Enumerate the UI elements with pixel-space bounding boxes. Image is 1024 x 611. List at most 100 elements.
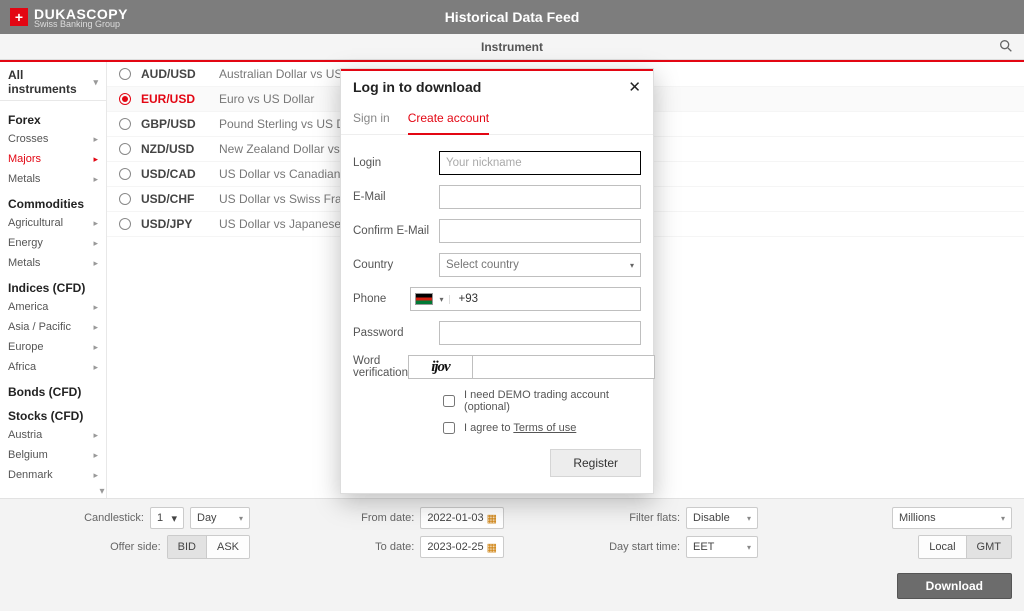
tab-sign-in[interactable]: Sign in	[353, 105, 390, 134]
demo-account-label: I need DEMO trading account (optional)	[464, 389, 641, 413]
chevron-right-icon: ▸	[93, 322, 98, 333]
login-input[interactable]	[439, 151, 641, 175]
from-date-label: From date:	[361, 512, 414, 524]
chevron-right-icon: ▸	[93, 174, 98, 185]
radio-icon[interactable]	[119, 168, 131, 180]
download-button[interactable]: Download	[897, 573, 1012, 599]
download-bar: Download	[0, 567, 1024, 611]
radio-icon[interactable]	[119, 68, 131, 80]
sidebar: All instruments ▾ ForexCrosses▸Majors▸Me…	[0, 62, 107, 498]
subheader-label: Instrument	[481, 40, 543, 54]
chevron-down-icon: ▾	[93, 77, 98, 88]
country-select[interactable]: Select country ▾	[439, 253, 641, 277]
terms-checkbox[interactable]	[443, 422, 455, 434]
sidebar-item[interactable]: Crosses ▸	[0, 129, 106, 149]
email-input[interactable]	[439, 185, 641, 209]
to-date-input[interactable]: 2023-02-25▦	[420, 536, 504, 558]
offer-side-label: Offer side:	[110, 541, 161, 553]
captcha-input[interactable]	[472, 355, 655, 379]
to-date-label: To date:	[375, 541, 414, 553]
password-label: Password	[353, 327, 439, 339]
sidebar-item[interactable]: America ▸	[0, 297, 106, 317]
filter-flats-select[interactable]: Disable▾	[686, 507, 758, 529]
sidebar-item-label: Belgium	[8, 449, 48, 461]
modal-tabs: Sign in Create account	[341, 105, 653, 135]
tz-local-button[interactable]: Local	[919, 536, 965, 558]
captcha-image: ijov	[408, 355, 472, 379]
chevron-right-icon: ▸	[93, 154, 98, 165]
chevron-right-icon: ▸	[93, 134, 98, 145]
demo-account-checkbox[interactable]	[443, 395, 455, 407]
phone-input[interactable]	[478, 288, 640, 310]
sidebar-item[interactable]: Majors▸	[0, 149, 106, 169]
candlestick-number-select[interactable]: 1▾	[150, 507, 184, 529]
register-button[interactable]: Register	[550, 449, 641, 477]
offer-ask-button[interactable]: ASK	[206, 536, 249, 558]
sidebar-item[interactable]: Austria▸	[0, 425, 106, 445]
phone-prefix: +93	[450, 293, 478, 305]
candlestick-label: Candlestick:	[84, 512, 144, 524]
instrument-description: Euro vs US Dollar	[219, 92, 314, 106]
sidebar-group-header[interactable]: Indices (CFD)	[0, 273, 106, 297]
confirm-email-input[interactable]	[439, 219, 641, 243]
sidebar-group-header[interactable]: Bonds (CFD)	[0, 377, 106, 401]
brand-logo: + DUKASCOPY Swiss Banking Group	[10, 6, 128, 29]
flag-icon[interactable]	[415, 293, 433, 305]
offer-bid-button[interactable]: BID	[168, 536, 206, 558]
sidebar-all-instruments[interactable]: All instruments ▾	[0, 62, 106, 101]
sidebar-all-label: All instruments	[8, 68, 93, 96]
sidebar-item[interactable]: Africa▸	[0, 357, 106, 377]
sidebar-item-label: America	[8, 301, 48, 313]
sidebar-item[interactable]: Belgium▸	[0, 445, 106, 465]
radio-icon[interactable]	[119, 193, 131, 205]
sidebar-item[interactable]: Asia / Pacific ▸	[0, 317, 106, 337]
chevron-right-icon: ▸	[93, 238, 98, 249]
terms-link[interactable]: Terms of use	[513, 422, 576, 434]
sidebar-item[interactable]: Metals▸	[0, 253, 106, 273]
radio-icon[interactable]	[119, 118, 131, 130]
radio-icon[interactable]	[119, 93, 131, 105]
terms-text: I agree to Terms of use	[464, 422, 576, 434]
sidebar-item[interactable]: Europe▸	[0, 337, 106, 357]
settings-toolbar: Candlestick: 1▾ Day▾ From date: 2022-01-…	[0, 498, 1024, 567]
phone-country-caret[interactable]: ▾	[433, 295, 450, 304]
logo-cross-icon: +	[10, 8, 28, 26]
candlestick-unit-select[interactable]: Day▾	[190, 507, 250, 529]
instrument-symbol: AUD/USD	[141, 67, 219, 81]
confirm-email-label: Confirm E-Mail	[353, 225, 439, 237]
sidebar-item[interactable]: Denmark▸	[0, 465, 106, 485]
radio-icon[interactable]	[119, 143, 131, 155]
search-icon[interactable]	[998, 38, 1014, 57]
page-title: Historical Data Feed	[0, 9, 1024, 25]
close-icon[interactable]: ✕	[628, 80, 641, 95]
caret-down-icon: ▾	[171, 512, 177, 525]
brand-subtitle: Swiss Banking Group	[34, 19, 128, 29]
sidebar-group-header[interactable]: Stocks (CFD)	[0, 401, 106, 425]
radio-icon[interactable]	[119, 218, 131, 230]
timezone-segmented: Local GMT	[918, 535, 1012, 559]
login-modal: Log in to download ✕ Sign in Create acco…	[340, 68, 654, 494]
tab-create-account[interactable]: Create account	[408, 105, 489, 135]
sidebar-item[interactable]: Metals▸	[0, 169, 106, 189]
day-start-select[interactable]: EET▾	[686, 536, 758, 558]
sidebar-group-header[interactable]: Forex	[0, 105, 106, 129]
sidebar-item-label: Crosses	[8, 133, 48, 145]
caret-down-icon: ▾	[630, 261, 634, 270]
calendar-icon[interactable]: ▦	[487, 541, 497, 554]
chevron-right-icon: ▸	[93, 302, 98, 313]
tz-gmt-button[interactable]: GMT	[966, 536, 1011, 558]
sidebar-item[interactable]: Agricultural▸	[0, 213, 106, 233]
volume-unit-select[interactable]: Millions▾	[892, 507, 1012, 529]
filter-flats-label: Filter flats:	[629, 512, 680, 524]
instrument-symbol: GBP/USD	[141, 117, 219, 131]
sidebar-group-header[interactable]: Commodities	[0, 189, 106, 213]
sidebar-item-label: Asia / Pacific	[8, 321, 71, 333]
calendar-icon[interactable]: ▦	[487, 512, 497, 525]
instrument-description: US Dollar vs Swiss Franc	[219, 192, 354, 206]
phone-input-group: ▾ +93	[410, 287, 641, 311]
sidebar-item[interactable]: Energy▸	[0, 233, 106, 253]
from-date-input[interactable]: 2022-01-03▦	[420, 507, 504, 529]
chevron-right-icon: ▸	[93, 362, 98, 373]
sidebar-scroll-handle[interactable]: ▾	[97, 486, 107, 496]
password-input[interactable]	[439, 321, 641, 345]
